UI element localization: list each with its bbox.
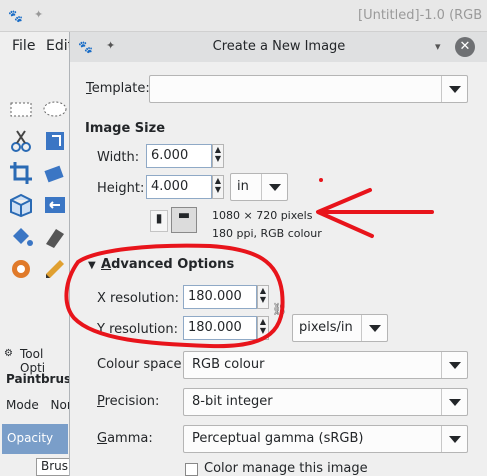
- gamma-combo[interactable]: Perceptual gamma (sRGB): [183, 425, 468, 453]
- flip-icon[interactable]: [42, 192, 68, 218]
- chain-link-icon[interactable]: ⛓: [272, 302, 287, 316]
- height-stepper[interactable]: ▲ ▼: [212, 175, 224, 199]
- unified-transform-icon[interactable]: [42, 160, 68, 186]
- gamma-label-rest: amma:: [107, 431, 153, 446]
- image-size-heading: Image Size: [85, 121, 166, 136]
- chevron-down-icon: [441, 76, 467, 102]
- scissors-icon[interactable]: [8, 128, 34, 154]
- mode-label: Mode: [6, 398, 39, 412]
- mode-row: Mode Nor: [6, 398, 72, 412]
- width-label: Width:: [97, 150, 140, 165]
- new-image-dialog: 🐾 ✦ Create a New Image ▾ ✕ Template: Ima…: [69, 32, 487, 476]
- ellipse-select-icon[interactable]: [42, 96, 68, 122]
- unit-value: in: [237, 179, 249, 194]
- main-window-title: [Untitled]-1.0 (RGB co: [358, 8, 487, 23]
- x-resolution-value: 180.000: [188, 289, 242, 304]
- precision-label-rest: recision:: [104, 394, 160, 409]
- chevron-down-icon: [441, 426, 467, 452]
- colour-manage-label: Color manage this image: [204, 461, 368, 476]
- y-resolution-input[interactable]: 180.000: [183, 316, 257, 340]
- gimp-logo-icon: 🐾: [8, 9, 23, 23]
- colour-manage-checkbox[interactable]: [185, 463, 198, 476]
- x-resolution-label: X resolution:: [97, 291, 179, 306]
- smudge-icon[interactable]: [8, 256, 34, 282]
- chevron-down-icon: [261, 174, 287, 200]
- opacity-slider[interactable]: Opacity: [2, 424, 68, 454]
- advanced-options-toggle[interactable]: Advanced Options: [101, 257, 234, 272]
- resolution-unit-value: pixels/in: [299, 320, 353, 335]
- height-value: 4.000: [151, 179, 189, 194]
- width-input[interactable]: 6.000: [146, 144, 212, 168]
- dialog-titlebar: 🐾 ✦ Create a New Image ▾ ✕: [70, 32, 487, 62]
- chevron-down-icon: [441, 352, 467, 378]
- pin-icon[interactable]: ✦: [34, 8, 43, 21]
- minimize-chevron-icon[interactable]: ▾: [435, 40, 441, 53]
- foreground-select-icon[interactable]: [42, 128, 68, 154]
- colour-space-label: Colour space:: [97, 357, 186, 372]
- height-label: Height:: [97, 181, 145, 196]
- width-value: 6.000: [151, 148, 189, 163]
- colour-space-value: RGB colour: [192, 357, 265, 372]
- bucket-fill-icon[interactable]: [8, 224, 34, 250]
- tool-options-label: Tool Opti: [20, 347, 46, 375]
- unit-combo[interactable]: in: [230, 173, 288, 201]
- precision-combo[interactable]: 8-bit integer: [183, 388, 468, 416]
- close-icon[interactable]: ✕: [455, 37, 475, 57]
- crop-icon[interactable]: [8, 160, 34, 186]
- toolbox: [0, 60, 70, 476]
- height-input[interactable]: 4.000: [146, 175, 212, 199]
- gamma-label: Gamma:: [97, 431, 153, 446]
- width-stepper[interactable]: ▲ ▼: [212, 144, 224, 168]
- opacity-label: Opacity: [7, 431, 54, 445]
- portrait-icon[interactable]: ▮: [150, 210, 168, 232]
- chevron-down-icon: [361, 315, 387, 341]
- x-resolution-input[interactable]: 180.000: [183, 285, 257, 309]
- y-resolution-label: Y resolution:: [97, 322, 178, 337]
- dialog-title: Create a New Image: [212, 39, 346, 54]
- menu-file[interactable]: File: [12, 38, 35, 54]
- expander-arrow-icon[interactable]: ▼: [88, 260, 96, 271]
- perspective-icon[interactable]: [8, 192, 34, 218]
- y-resolution-value: 180.000: [188, 320, 242, 335]
- pixels-info: 1080 × 720 pixels: [212, 209, 313, 222]
- chevron-down-icon: [441, 389, 467, 415]
- tool-options-icon: ⚙: [4, 348, 13, 359]
- landscape-icon[interactable]: ▬: [171, 207, 197, 233]
- rect-select-icon[interactable]: [8, 96, 34, 122]
- pencil-icon[interactable]: [42, 256, 68, 282]
- y-resolution-stepper[interactable]: ▲ ▼: [257, 316, 269, 340]
- template-label-rest: emplate:: [91, 81, 150, 96]
- precision-value: 8-bit integer: [192, 394, 273, 409]
- template-combo[interactable]: [149, 75, 468, 103]
- gamma-value: Perceptual gamma (sRGB): [192, 431, 364, 446]
- template-label: Template:: [86, 81, 150, 96]
- brush-selector[interactable]: Brush: [36, 458, 76, 476]
- blend-icon[interactable]: [42, 224, 68, 250]
- resolution-info: 180 ppi, RGB colour: [212, 227, 322, 240]
- x-resolution-stepper[interactable]: ▲ ▼: [257, 285, 269, 309]
- advanced-options-rest: dvanced Options: [111, 257, 235, 272]
- resolution-unit-combo[interactable]: pixels/in: [292, 314, 388, 342]
- precision-label: Precision:: [97, 394, 160, 409]
- colour-space-combo[interactable]: RGB colour: [183, 351, 468, 379]
- tool-options-tab[interactable]: ⚙ Tool Opti: [0, 344, 70, 375]
